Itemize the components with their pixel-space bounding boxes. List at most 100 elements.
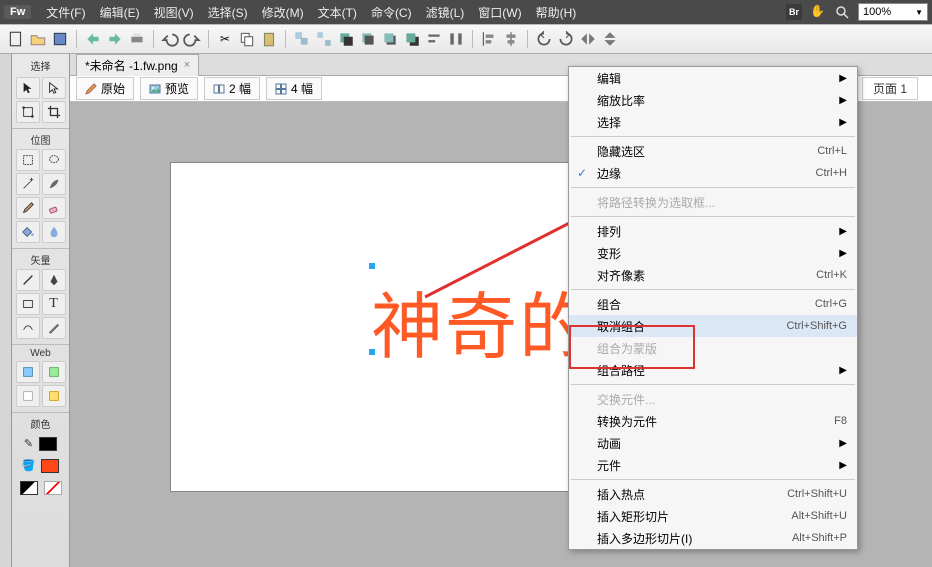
zoom-combobox[interactable]: 100% ▼ xyxy=(858,3,928,21)
context-menu-separator xyxy=(571,384,855,385)
bucket-tool[interactable] xyxy=(16,221,40,243)
open-icon[interactable] xyxy=(28,29,48,49)
print-icon[interactable] xyxy=(127,29,147,49)
menubar-item-4[interactable]: 修改(M) xyxy=(255,6,311,20)
group-icon[interactable] xyxy=(292,29,312,49)
show-slices-tool[interactable] xyxy=(42,385,66,407)
context-menu-item-2[interactable]: 选择▶ xyxy=(569,111,857,133)
menubar-item-8[interactable]: 窗口(W) xyxy=(471,6,528,20)
view-preview-button[interactable]: 预览 xyxy=(140,77,198,100)
copy-icon[interactable] xyxy=(237,29,257,49)
cut-icon[interactable]: ✂ xyxy=(215,29,235,49)
lasso-tool[interactable] xyxy=(42,149,66,171)
blur-tool[interactable] xyxy=(42,221,66,243)
default-colors-icon[interactable] xyxy=(20,481,38,495)
context-menu-item-16[interactable]: 组合路径▶ xyxy=(569,359,857,381)
save-icon[interactable] xyxy=(50,29,70,49)
arrange-back-icon[interactable] xyxy=(402,29,422,49)
context-menu-item-4[interactable]: 隐藏选区Ctrl+L xyxy=(569,140,857,162)
menubar-item-2[interactable]: 视图(V) xyxy=(147,6,201,20)
view-4up-button[interactable]: 4 幅 xyxy=(266,77,322,100)
align-center-icon[interactable] xyxy=(501,29,521,49)
menubar-item-1[interactable]: 编辑(E) xyxy=(93,6,147,20)
freeform-tool[interactable] xyxy=(16,317,40,339)
pencil-tool[interactable] xyxy=(16,197,40,219)
context-menu-item-19[interactable]: 转换为元件F8 xyxy=(569,410,857,432)
hotspot-tool[interactable] xyxy=(16,361,40,383)
context-menu-item-14[interactable]: 取消组合Ctrl+Shift+G xyxy=(569,315,857,337)
menubar-item-5[interactable]: 文本(T) xyxy=(311,6,364,20)
view-preview-label: 预览 xyxy=(165,80,189,97)
context-menu-item-0[interactable]: 编辑▶ xyxy=(569,67,857,89)
hand-icon[interactable]: ✋ xyxy=(810,4,826,20)
ungroup-icon[interactable] xyxy=(314,29,334,49)
context-menu-item-21[interactable]: 元件▶ xyxy=(569,454,857,476)
context-menu[interactable]: 编辑▶缩放比率▶选择▶隐藏选区Ctrl+L✓边缘Ctrl+H将路径转换为选取框.… xyxy=(568,66,858,550)
brush-tool[interactable] xyxy=(42,173,66,195)
page-indicator[interactable]: 页面 1 xyxy=(862,77,918,100)
context-menu-item-5[interactable]: ✓边缘Ctrl+H xyxy=(569,162,857,184)
pen-tool[interactable] xyxy=(42,269,66,291)
knife-tool[interactable] xyxy=(42,317,66,339)
flip-vertical-icon[interactable] xyxy=(600,29,620,49)
paste-icon[interactable] xyxy=(259,29,279,49)
palette-collapse-strip[interactable] xyxy=(0,54,12,567)
context-menu-item-11[interactable]: 对齐像素Ctrl+K xyxy=(569,264,857,286)
crop-tool[interactable] xyxy=(42,101,66,123)
context-menu-item-13[interactable]: 组合Ctrl+G xyxy=(569,293,857,315)
arrange-backward-icon[interactable] xyxy=(380,29,400,49)
marquee-tool[interactable] xyxy=(16,149,40,171)
line-tool[interactable] xyxy=(16,269,40,291)
view-original-button[interactable]: 原始 xyxy=(76,77,134,100)
context-menu-item-1[interactable]: 缩放比率▶ xyxy=(569,89,857,111)
search-icon[interactable] xyxy=(834,4,850,20)
swap-swatch-row[interactable] xyxy=(20,481,62,495)
align-icon[interactable] xyxy=(424,29,444,49)
eraser-tool[interactable] xyxy=(42,197,66,219)
fill-color-swatch[interactable] xyxy=(41,459,59,473)
import-icon[interactable] xyxy=(83,29,103,49)
menubar-item-3[interactable]: 选择(S) xyxy=(201,6,255,20)
hide-slices-tool[interactable] xyxy=(16,385,40,407)
context-menu-shortcut: Ctrl+Shift+U xyxy=(787,488,847,500)
stroke-color-swatch[interactable] xyxy=(39,437,57,451)
pointer-tool[interactable] xyxy=(16,77,40,99)
canvas-text-object[interactable]: 神奇的 xyxy=(371,268,593,373)
menubar-item-0[interactable]: 文件(F) xyxy=(39,6,92,20)
menubar-item-6[interactable]: 命令(C) xyxy=(364,6,419,20)
arrange-front-icon[interactable] xyxy=(336,29,356,49)
context-menu-shortcut: Ctrl+G xyxy=(815,298,847,310)
text-tool[interactable]: T xyxy=(42,293,66,315)
context-menu-item-label: 动画 xyxy=(597,435,621,452)
rectangle-tool[interactable] xyxy=(16,293,40,315)
menubar: Fw 文件(F)编辑(E)视图(V)选择(S)修改(M)文本(T)命令(C)滤镜… xyxy=(0,0,932,24)
distribute-icon[interactable] xyxy=(446,29,466,49)
bridge-icon[interactable]: Br xyxy=(786,4,802,20)
export-icon[interactable] xyxy=(105,29,125,49)
context-menu-item-20[interactable]: 动画▶ xyxy=(569,432,857,454)
close-icon[interactable]: × xyxy=(184,59,190,71)
scale-tool[interactable] xyxy=(16,101,40,123)
context-menu-item-24[interactable]: 插入矩形切片Alt+Shift+U xyxy=(569,505,857,527)
redo-icon[interactable] xyxy=(182,29,202,49)
wand-tool[interactable] xyxy=(16,173,40,195)
menubar-item-7[interactable]: 滤镜(L) xyxy=(419,6,472,20)
flip-horizontal-icon[interactable] xyxy=(578,29,598,49)
context-menu-item-25[interactable]: 插入多边形切片(I)Alt+Shift+P xyxy=(569,527,857,549)
arrange-forward-icon[interactable] xyxy=(358,29,378,49)
menubar-item-9[interactable]: 帮助(H) xyxy=(529,6,584,20)
document-tab[interactable]: *未命名 -1.fw.png × xyxy=(76,54,199,76)
undo-icon[interactable] xyxy=(160,29,180,49)
context-menu-item-10[interactable]: 变形▶ xyxy=(569,242,857,264)
context-menu-item-23[interactable]: 插入热点Ctrl+Shift+U xyxy=(569,483,857,505)
context-menu-item-9[interactable]: 排列▶ xyxy=(569,220,857,242)
slice-tool[interactable] xyxy=(42,361,66,383)
chevron-right-icon: ▶ xyxy=(839,117,847,128)
subselect-tool[interactable] xyxy=(42,77,66,99)
rotate-left-icon[interactable] xyxy=(534,29,554,49)
rotate-right-icon[interactable] xyxy=(556,29,576,49)
view-2up-button[interactable]: 2 幅 xyxy=(204,77,260,100)
no-color-icon[interactable] xyxy=(44,481,62,495)
align-left-icon[interactable] xyxy=(479,29,499,49)
new-icon[interactable] xyxy=(6,29,26,49)
